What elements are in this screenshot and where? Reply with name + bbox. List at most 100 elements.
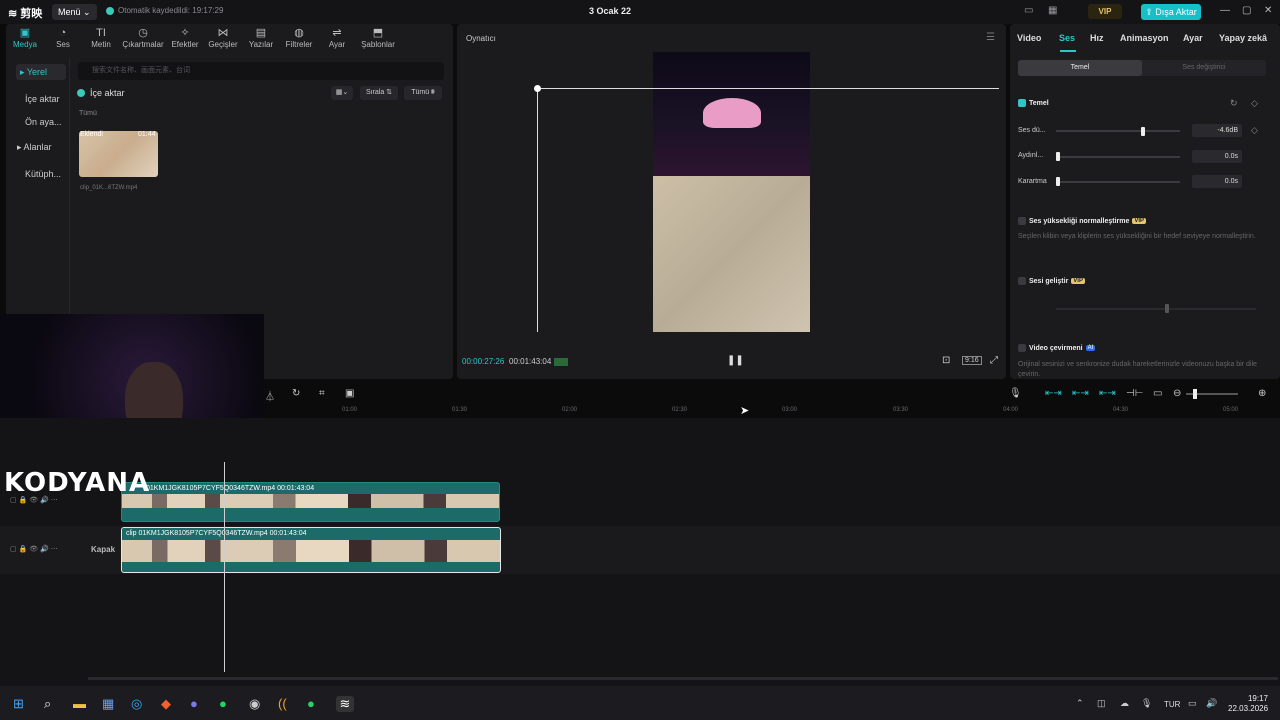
enhance-checkbox[interactable]: [1018, 277, 1026, 285]
sidebar-item-presets[interactable]: Ön aya...: [25, 117, 62, 127]
magnet-icon[interactable]: ⇤⇥: [1072, 388, 1089, 399]
filter-all-button[interactable]: Tümü ⩩: [404, 86, 442, 100]
fadein-value[interactable]: 0.0s: [1192, 150, 1242, 163]
brave-icon[interactable]: ◆: [161, 696, 171, 712]
language-indicator[interactable]: TUR: [1164, 700, 1180, 709]
reset-icon[interactable]: ↻: [1230, 98, 1238, 109]
layout-icon[interactable]: ▭: [1024, 5, 1033, 16]
preview-icon[interactable]: ▭: [1153, 388, 1162, 399]
overlay-clip[interactable]: 01KM1JGK8105P7CYF5Q0346TZW.mp4 00:01:43:…: [121, 482, 500, 522]
tab-captions[interactable]: ▤ Yazılar: [242, 26, 280, 52]
media-search-input[interactable]: 搜索文件名称、画面元素、台词: [78, 62, 444, 80]
tray-chevron-icon[interactable]: ⌃: [1076, 698, 1084, 709]
lipsync-row[interactable]: Video çevirmeni AI: [1018, 344, 1096, 352]
discord-icon[interactable]: ●: [190, 696, 198, 711]
prop-tab-animation[interactable]: Animasyon: [1120, 33, 1169, 43]
tray-mic-icon[interactable]: 🎙: [1141, 698, 1152, 709]
crop-guide-horizontal[interactable]: [537, 88, 999, 89]
link-clips-icon[interactable]: ⇤⇥: [1045, 388, 1062, 399]
zoom-in-icon[interactable]: ⊕: [1258, 388, 1266, 399]
playhead[interactable]: [224, 462, 225, 672]
microphone-icon[interactable]: 🎙: [1009, 388, 1022, 399]
maximize-icon[interactable]: ▢: [1242, 5, 1251, 16]
export-button[interactable]: ⇪ Dışa Aktar: [1141, 4, 1201, 20]
tab-adjust[interactable]: ⇌ Ayar: [318, 26, 356, 52]
expand-icon[interactable]: ⤢: [990, 355, 998, 366]
volume-icon[interactable]: 🔊: [1206, 698, 1217, 709]
fadeout-slider[interactable]: [1056, 181, 1180, 183]
volume-slider[interactable]: [1056, 130, 1180, 132]
crop-handle[interactable]: [534, 85, 541, 92]
folder-icon[interactable]: ▬: [73, 696, 86, 711]
fullscreen-capture-icon[interactable]: ⊡: [942, 355, 950, 366]
sidebar-item-spaces[interactable]: ▸ Alanlar: [17, 142, 52, 153]
grid-icon[interactable]: ▦: [1048, 5, 1057, 16]
tray-app-icon[interactable]: ◫: [1097, 698, 1106, 709]
tab-media[interactable]: ▣ Medya: [6, 26, 44, 52]
tab-filters[interactable]: ◍ Filtreler: [280, 26, 318, 52]
seg-basic[interactable]: Temel: [1018, 60, 1142, 76]
fadein-slider[interactable]: [1056, 156, 1180, 158]
search-icon[interactable]: ⌕: [44, 696, 51, 712]
whatsapp-icon[interactable]: ●: [307, 696, 315, 711]
prop-tab-audio[interactable]: Ses: [1059, 33, 1075, 43]
spotify-icon[interactable]: ●: [219, 696, 227, 711]
prop-tab-video[interactable]: Video: [1017, 33, 1041, 43]
rotate-icon[interactable]: ↻: [292, 388, 300, 399]
crop-icon[interactable]: ⌗: [319, 388, 325, 399]
sidebar-item-library[interactable]: Kütüph...: [25, 169, 61, 179]
vip-badge[interactable]: VIP: [1088, 4, 1122, 19]
capcut-icon[interactable]: ≋: [336, 696, 354, 712]
tab-stickers[interactable]: ◷ Çıkartmalar: [120, 26, 166, 52]
seg-voice-changer[interactable]: Ses değiştirici: [1142, 60, 1266, 76]
pause-button[interactable]: ❚❚: [727, 355, 744, 366]
tab-effects[interactable]: ✧ Efektler: [166, 26, 204, 52]
zoom-slider-knob[interactable]: [1193, 389, 1197, 399]
track2-controls[interactable]: ▢ 🔒 👁 🔊 ⋯: [10, 545, 58, 553]
view-toggle-icon[interactable]: ▦⌄: [331, 86, 353, 100]
tab-text[interactable]: TI Metin: [82, 26, 120, 52]
zoom-out-icon[interactable]: ⊖: [1173, 388, 1181, 399]
keyframe-icon[interactable]: ◇: [1251, 98, 1258, 109]
prop-tab-ai[interactable]: Yapay zekâ: [1219, 33, 1267, 43]
fadeout-slider-knob[interactable]: [1056, 177, 1060, 186]
basic-checkbox[interactable]: [1018, 99, 1026, 107]
store-icon[interactable]: ▦: [102, 696, 114, 712]
normalize-row[interactable]: Ses yüksekliği normalleştirme VIP: [1018, 217, 1147, 225]
import-button[interactable]: İçe aktar: [77, 88, 125, 98]
prop-tab-speed[interactable]: Hız: [1090, 33, 1104, 43]
app-icon[interactable]: ◉: [249, 696, 260, 712]
lipsync-checkbox[interactable]: [1018, 344, 1026, 352]
close-icon[interactable]: ✕: [1264, 5, 1272, 16]
tab-templates[interactable]: ⬒ Şablonlar: [356, 26, 400, 52]
menu-button[interactable]: Menü ⌄: [52, 4, 97, 20]
crop-guide-vertical[interactable]: [537, 88, 538, 332]
split-icon[interactable]: ⊣⊢: [1126, 388, 1143, 399]
sidebar-item-import[interactable]: İçe aktar: [25, 94, 60, 104]
aspect-ratio-button[interactable]: 9:16: [962, 356, 982, 365]
volume-slider-knob[interactable]: [1141, 127, 1145, 136]
network-icon[interactable]: ▭: [1188, 698, 1197, 709]
cover-button[interactable]: Kapak: [91, 545, 115, 554]
minimize-icon[interactable]: —: [1220, 5, 1230, 16]
timeline-scrollbar[interactable]: [88, 677, 1278, 680]
tray-cloud-icon[interactable]: ☁: [1120, 698, 1129, 709]
snap-icon[interactable]: ⇤⇥: [1099, 388, 1116, 399]
volume-value[interactable]: -4.6dB: [1192, 124, 1242, 137]
volume-keyframe-icon[interactable]: ◇: [1251, 125, 1258, 136]
tab-audio[interactable]: ◔ Ses: [44, 26, 82, 52]
clock[interactable]: 19:17 22.03.2026: [1228, 694, 1268, 714]
basic-section[interactable]: Temel: [1018, 99, 1049, 107]
sort-button[interactable]: Sırala ⇅: [360, 86, 398, 100]
mirror-icon[interactable]: ⏃: [265, 388, 275, 403]
audio-app-icon[interactable]: ((: [278, 696, 287, 711]
player-menu-icon[interactable]: ☰: [986, 32, 995, 43]
sidebar-item-local[interactable]: ▸ Yerel: [16, 64, 66, 80]
enhance-row[interactable]: Sesi geliştir VIP: [1018, 277, 1085, 285]
start-icon[interactable]: ⊞: [13, 696, 24, 712]
prop-tab-adjust[interactable]: Ayar: [1183, 33, 1203, 43]
edge-icon[interactable]: ◎: [131, 696, 142, 712]
fadein-slider-knob[interactable]: [1056, 152, 1060, 161]
image-icon[interactable]: ▣: [345, 388, 354, 399]
normalize-checkbox[interactable]: [1018, 217, 1026, 225]
